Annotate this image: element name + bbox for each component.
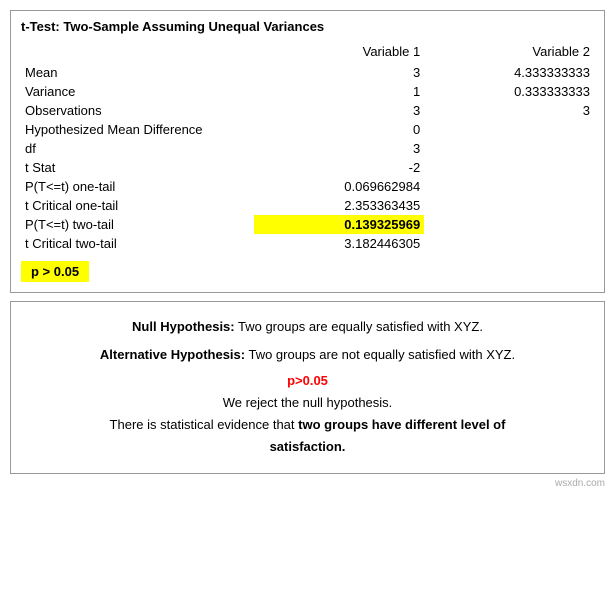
evidence-bold: two groups have different level of [298, 417, 505, 432]
table-row: t Critical two-tail3.182446305 [21, 234, 594, 253]
table-row: t Critical one-tail2.353363435 [21, 196, 594, 215]
row-var2 [424, 158, 594, 177]
reject-line: We reject the null hypothesis. [31, 392, 584, 414]
row-var1: 0 [254, 120, 424, 139]
null-hypothesis-text: Two groups are equally satisfied with XY… [235, 319, 483, 334]
row-var2 [424, 215, 594, 234]
row-var2 [424, 177, 594, 196]
row-var1: -2 [254, 158, 424, 177]
row-label: Observations [21, 101, 254, 120]
row-var2: 0.333333333 [424, 82, 594, 101]
evidence-text-1: There is statistical evidence that [110, 417, 299, 432]
table-row: t Stat-2 [21, 158, 594, 177]
table-row: P(T<=t) two-tail0.139325969 [21, 215, 594, 234]
row-var1: 0.139325969 [254, 215, 424, 234]
p-value-red: p>0.05 [287, 373, 328, 388]
row-var2 [424, 120, 594, 139]
ttest-table: Variable 1 Variable 2 Mean34.333333333Va… [21, 42, 594, 253]
alt-hypothesis-text: Two groups are not equally satisfied wit… [245, 347, 515, 362]
hypothesis-box: Null Hypothesis: Two groups are equally … [10, 301, 605, 474]
row-var1: 3 [254, 63, 424, 82]
row-var2: 4.333333333 [424, 63, 594, 82]
table-row: P(T<=t) one-tail0.069662984 [21, 177, 594, 196]
row-label: t Critical one-tail [21, 196, 254, 215]
evidence-line-2: satisfaction. [31, 436, 584, 458]
header-label-col [21, 42, 254, 63]
row-var1: 2.353363435 [254, 196, 424, 215]
row-var1: 3.182446305 [254, 234, 424, 253]
row-var2: 3 [424, 101, 594, 120]
null-hypothesis-line: Null Hypothesis: Two groups are equally … [31, 316, 584, 338]
null-hypothesis-prefix: Null Hypothesis: [132, 319, 235, 334]
row-label: t Critical two-tail [21, 234, 254, 253]
row-var1: 3 [254, 101, 424, 120]
evidence-bold-2: satisfaction. [270, 439, 346, 454]
row-label: df [21, 139, 254, 158]
table-row: Variance10.333333333 [21, 82, 594, 101]
header-var2: Variable 2 [424, 42, 594, 63]
row-var1: 0.069662984 [254, 177, 424, 196]
row-label: Mean [21, 63, 254, 82]
table-row: df3 [21, 139, 594, 158]
p-value-line: p>0.05 [31, 370, 584, 392]
row-label: P(T<=t) one-tail [21, 177, 254, 196]
ttest-table-container: t-Test: Two-Sample Assuming Unequal Vari… [10, 10, 605, 293]
footer-watermark: wsxdn.com [10, 478, 605, 489]
table-row: Observations33 [21, 101, 594, 120]
table-row: Mean34.333333333 [21, 63, 594, 82]
row-var2 [424, 196, 594, 215]
table-title: t-Test: Two-Sample Assuming Unequal Vari… [21, 19, 594, 34]
table-row: Hypothesized Mean Difference0 [21, 120, 594, 139]
p-value-box: p > 0.05 [21, 261, 89, 282]
row-var2 [424, 139, 594, 158]
row-var2 [424, 234, 594, 253]
evidence-line: There is statistical evidence that two g… [31, 414, 584, 436]
table-header-row: Variable 1 Variable 2 [21, 42, 594, 63]
row-label: P(T<=t) two-tail [21, 215, 254, 234]
row-label: Variance [21, 82, 254, 101]
alt-hypothesis-prefix: Alternative Hypothesis: [100, 347, 245, 362]
header-var1: Variable 1 [254, 42, 424, 63]
row-var1: 1 [254, 82, 424, 101]
row-label: t Stat [21, 158, 254, 177]
row-label: Hypothesized Mean Difference [21, 120, 254, 139]
row-var1: 3 [254, 139, 424, 158]
alt-hypothesis-line: Alternative Hypothesis: Two groups are n… [31, 344, 584, 366]
